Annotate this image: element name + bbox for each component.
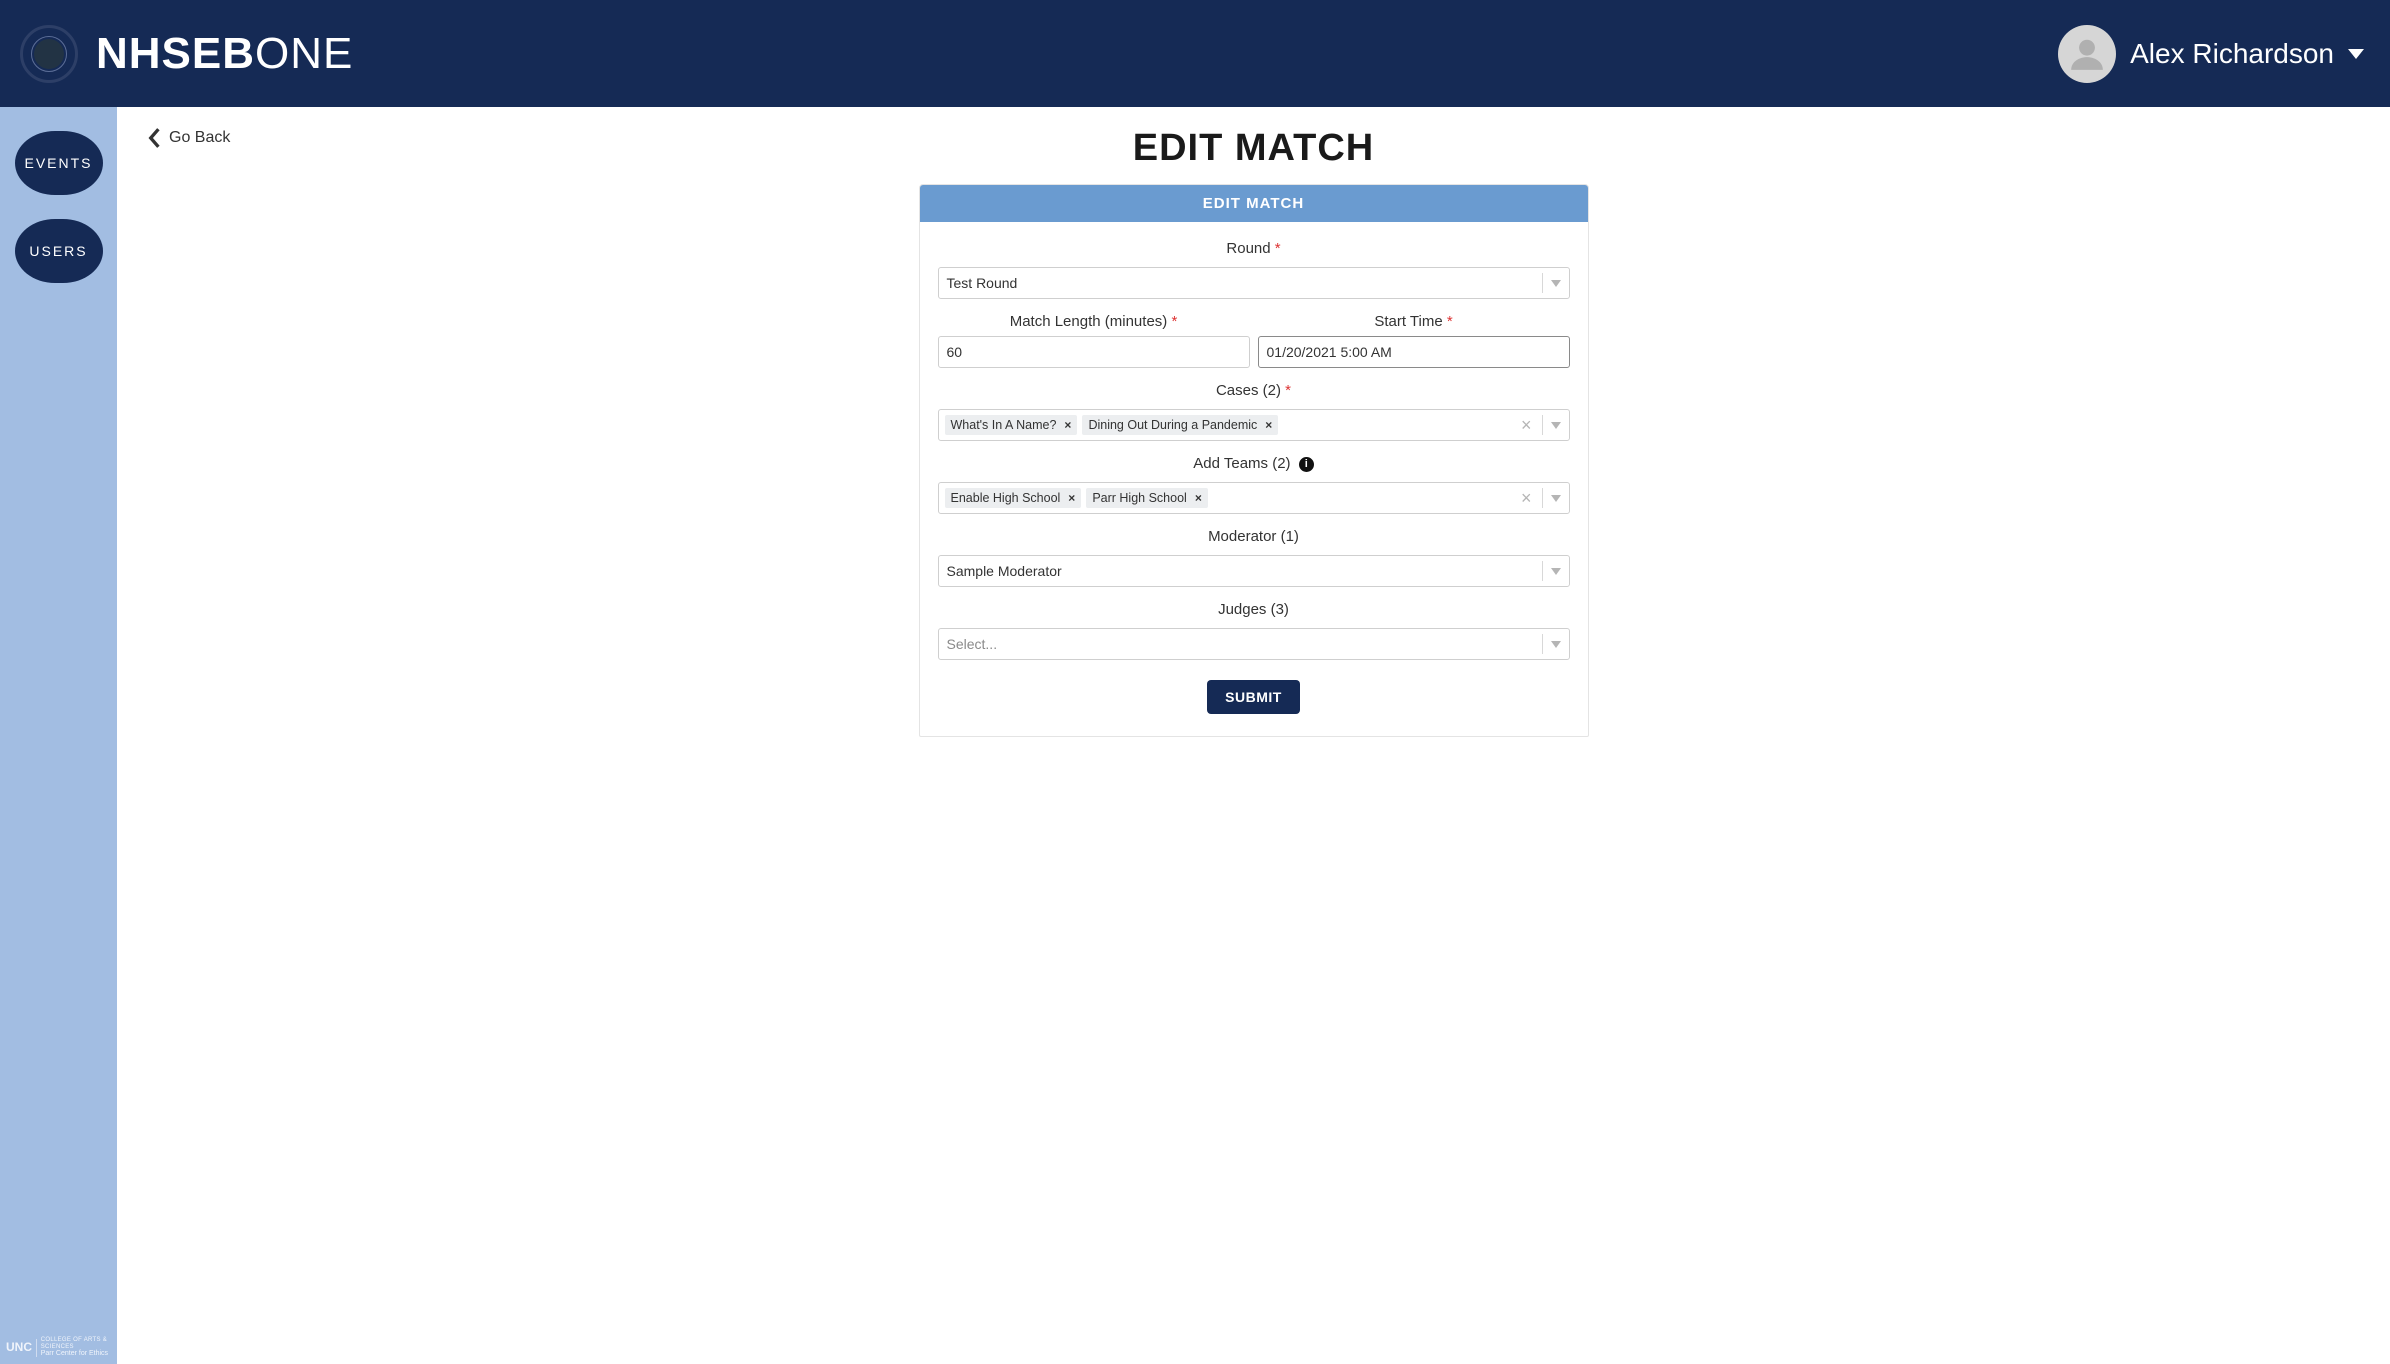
brand-bold: NHSEB [96,29,255,78]
clear-teams-icon[interactable]: × [1519,489,1534,507]
avatar [2058,25,2116,83]
clear-cases-icon[interactable]: × [1519,416,1534,434]
cases-multiselect[interactable]: What's In A Name? × Dining Out During a … [938,409,1570,441]
divider-icon [1542,561,1543,581]
moderator-select[interactable]: Sample Moderator [938,555,1570,587]
round-select[interactable]: Test Round [938,267,1570,299]
submit-button[interactable]: SUBMIT [1207,680,1300,714]
case-tag: Dining Out During a Pandemic × [1082,415,1278,435]
moderator-label: Moderator (1) [938,528,1570,545]
match-length-input[interactable] [947,338,1241,366]
moderator-value: Sample Moderator [947,563,1534,579]
match-length-label: Match Length (minutes) * [938,313,1250,330]
sidebar-item-users[interactable]: USERS [15,219,103,283]
team-tag: Parr High School × [1086,488,1208,508]
judges-placeholder: Select... [947,636,1534,652]
card-header: EDIT MATCH [920,185,1588,222]
footer-org: UNC [6,1341,32,1354]
sidebar-item-label: EVENTS [24,155,92,171]
brand-text: NHSEBONE [96,32,353,76]
start-time-input-wrap [1258,336,1570,368]
user-menu[interactable]: Alex Richardson [2058,25,2364,83]
divider-icon [1542,273,1543,293]
case-tag: What's In A Name? × [945,415,1078,435]
chevron-down-icon [1551,422,1561,429]
edit-match-card: EDIT MATCH Round * Test Round Match Leng… [919,184,1589,737]
sidebar-item-events[interactable]: EVENTS [15,131,103,195]
cases-label: Cases (2) * [938,382,1570,399]
chevron-down-icon [1551,495,1561,502]
divider-icon [1542,634,1543,654]
go-back-button[interactable]: Go Back [145,127,230,149]
match-length-input-wrap [938,336,1250,368]
sidebar-footer: UNC COLLEGE OF ARTS & SCIENCES Parr Cent… [6,1337,117,1358]
team-tag: Enable High School × [945,488,1082,508]
chevron-down-icon [1551,568,1561,575]
person-icon [2068,35,2106,73]
go-back-label: Go Back [169,129,230,147]
chevron-down-icon [2348,49,2364,59]
round-label: Round * [938,240,1570,257]
start-time-input[interactable] [1267,338,1561,366]
add-teams-label: Add Teams (2) i [938,455,1570,472]
brand: NHSEBONE [20,25,353,83]
page-title: EDIT MATCH [145,127,2362,170]
judges-select[interactable]: Select... [938,628,1570,660]
judges-label: Judges (3) [938,601,1570,618]
chevron-left-icon [145,127,163,149]
chevron-down-icon [1551,280,1561,287]
logo-seal-icon [20,25,78,83]
divider-icon [36,1339,37,1357]
remove-team-icon[interactable]: × [1195,491,1202,505]
divider-icon [1542,415,1543,435]
user-name: Alex Richardson [2130,38,2334,70]
sidebar-item-label: USERS [29,243,87,259]
teams-multiselect[interactable]: Enable High School × Parr High School × … [938,482,1570,514]
remove-team-icon[interactable]: × [1068,491,1075,505]
divider-icon [1542,488,1543,508]
footer-line2: Parr Center for Ethics [41,1350,117,1358]
brand-light: ONE [255,29,353,78]
round-value: Test Round [947,275,1534,291]
chevron-down-icon [1551,641,1561,648]
info-icon[interactable]: i [1299,457,1314,472]
footer-line1: COLLEGE OF ARTS & SCIENCES [41,1337,117,1350]
app-header: NHSEBONE Alex Richardson [0,0,2390,107]
remove-case-icon[interactable]: × [1265,418,1272,432]
main-content: Go Back EDIT MATCH EDIT MATCH Round * Te… [117,107,2390,1364]
remove-case-icon[interactable]: × [1064,418,1071,432]
start-time-label: Start Time * [1258,313,1570,330]
sidebar: EVENTS USERS UNC COLLEGE OF ARTS & SCIEN… [0,107,117,1364]
